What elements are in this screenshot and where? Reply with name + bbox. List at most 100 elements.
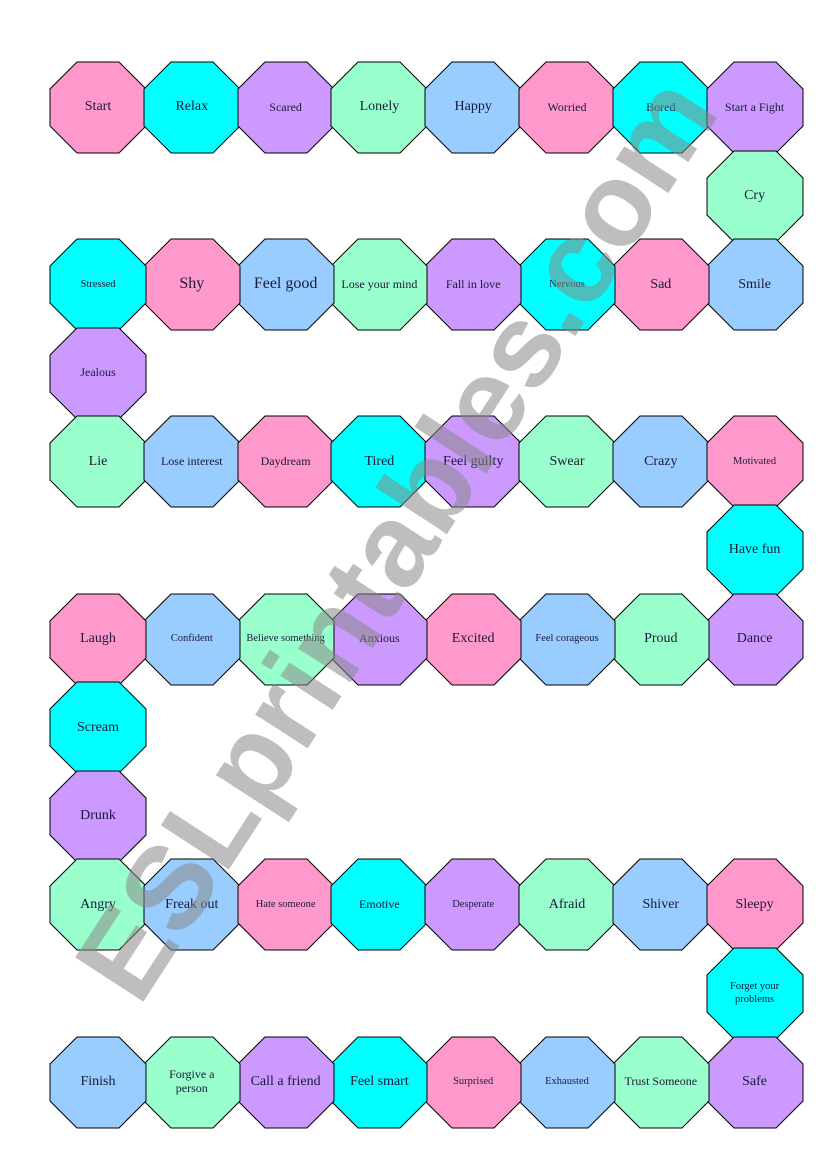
board-space-scream[interactable]: Scream <box>49 681 147 774</box>
space-label: Scared <box>269 99 302 114</box>
space-label: Relax <box>175 99 209 115</box>
board-space-confident[interactable]: Confident <box>143 593 241 686</box>
space-label: Swear <box>549 453 585 469</box>
board-space-feel-guilty[interactable]: Feel guilty <box>424 415 522 508</box>
space-label: Call a friend <box>250 1074 321 1090</box>
space-label: Dance <box>736 631 773 647</box>
space-label: Lie <box>88 453 108 469</box>
board-space-sleepy[interactable]: Sleepy <box>706 858 804 951</box>
space-label: Feel good <box>253 275 318 293</box>
space-label: Tired <box>364 453 395 469</box>
board-space-dance[interactable]: Dance <box>706 593 804 686</box>
space-label: Daydream <box>260 453 311 468</box>
space-label: Shiver <box>642 896 680 912</box>
space-label: Bored <box>646 99 676 114</box>
space-label: Anxious <box>359 631 400 646</box>
space-label: Stressed <box>80 278 116 290</box>
board-space-tired[interactable]: Tired <box>330 415 428 508</box>
board-space-afraid[interactable]: Afraid <box>518 858 616 951</box>
space-label: Lonely <box>359 99 400 115</box>
board-space-fall-in-love[interactable]: Fall in love <box>424 238 522 331</box>
board-space-anxious[interactable]: Anxious <box>330 593 428 686</box>
board-space-feel-smart[interactable]: Feel smart <box>330 1036 428 1129</box>
board-space-start[interactable]: Start <box>49 61 147 154</box>
board-space-motivated[interactable]: Motivated <box>706 415 804 508</box>
board-space-shiver[interactable]: Shiver <box>612 858 710 951</box>
board-space-angry[interactable]: Angry <box>49 858 147 951</box>
space-label: Nervous <box>549 278 585 290</box>
board-space-lie[interactable]: Lie <box>49 415 147 508</box>
space-label: Confident <box>170 633 213 645</box>
space-label: Drunk <box>80 808 116 824</box>
space-label: Feel corageous <box>535 633 599 645</box>
board-space-worried[interactable]: Worried <box>518 61 616 154</box>
board-space-laugh[interactable]: Laugh <box>49 593 147 686</box>
board-space-lonely[interactable]: Lonely <box>330 61 428 154</box>
board-space-call-a-friend[interactable]: Call a friend <box>237 1036 335 1129</box>
board-space-daydream[interactable]: Daydream <box>237 415 335 508</box>
board-space-excited[interactable]: Excited <box>424 593 522 686</box>
space-label: Desperate <box>452 898 495 910</box>
board-space-relax[interactable]: Relax <box>143 61 241 154</box>
space-label: Lose interest <box>160 453 223 468</box>
board-space-sad[interactable]: Sad <box>612 238 710 331</box>
board-space-forgive-a-person[interactable]: Forgive a person <box>143 1036 241 1129</box>
board-space-freak-out[interactable]: Freak out <box>143 858 241 951</box>
board-space-exhausted[interactable]: Exhausted <box>518 1036 616 1129</box>
space-label: Laugh <box>80 631 116 647</box>
board-space-swear[interactable]: Swear <box>518 415 616 508</box>
board-space-feel-corageous[interactable]: Feel corageous <box>518 593 616 686</box>
space-label: Excited <box>451 631 495 647</box>
space-label: Trust Someone <box>624 1074 698 1089</box>
space-label: Motivated <box>733 455 777 467</box>
space-label: Exhausted <box>545 1076 589 1088</box>
board-space-nervous[interactable]: Nervous <box>518 238 616 331</box>
space-label: Lose your mind <box>341 276 418 291</box>
space-label: Worried <box>547 99 587 114</box>
space-label: Scream <box>77 719 119 735</box>
space-label: Fall in love <box>445 276 501 291</box>
game-board: Start Relax Scared Lonely Happy Worried Bored S… <box>0 0 821 1169</box>
board-space-cry[interactable]: Cry <box>706 150 804 243</box>
space-label: Shy <box>179 275 205 293</box>
board-space-believe-something[interactable]: Believe something <box>237 593 335 686</box>
board-space-start-a-fight[interactable]: Start a Fight <box>706 61 804 154</box>
board-space-emotive[interactable]: Emotive <box>330 858 428 951</box>
space-label: Proud <box>644 631 678 647</box>
board-space-smile[interactable]: Smile <box>706 238 804 331</box>
board-space-lose-your-mind[interactable]: Lose your mind <box>330 238 428 331</box>
board-space-forget-your-problems[interactable]: Forget your problems <box>706 947 804 1040</box>
board-space-scared[interactable]: Scared <box>237 61 335 154</box>
space-label: Have fun <box>728 542 781 558</box>
board-space-feel-good[interactable]: Feel good <box>237 238 335 331</box>
board-space-bored[interactable]: Bored <box>612 61 710 154</box>
board-space-crazy[interactable]: Crazy <box>612 415 710 508</box>
board-space-desperate[interactable]: Desperate <box>424 858 522 951</box>
board-space-hate-someone[interactable]: Hate someone <box>237 858 335 951</box>
board-space-finish[interactable]: Finish <box>49 1036 147 1129</box>
space-label: Safe <box>742 1074 768 1090</box>
space-label: Forget your problems <box>730 981 780 1005</box>
board-space-drunk[interactable]: Drunk <box>49 770 147 863</box>
space-label: Emotive <box>359 896 400 911</box>
space-label: Sleepy <box>735 896 774 912</box>
space-label: Happy <box>454 99 492 115</box>
space-label: Freak out <box>165 896 219 912</box>
board-space-trust-someone[interactable]: Trust Someone <box>612 1036 710 1129</box>
space-label: Start a Fight <box>724 99 785 114</box>
space-label: Feel guilty <box>443 453 504 469</box>
board-space-proud[interactable]: Proud <box>612 593 710 686</box>
space-label: Forgive a person <box>169 1067 215 1096</box>
space-label: Afraid <box>548 896 586 912</box>
space-label: Feel smart <box>350 1074 409 1090</box>
board-space-jealous[interactable]: Jealous <box>49 327 147 420</box>
space-label: Finish <box>80 1074 116 1090</box>
board-space-surprised[interactable]: Surprised <box>424 1036 522 1129</box>
board-space-safe[interactable]: Safe <box>706 1036 804 1129</box>
space-label: Sad <box>650 276 672 292</box>
board-space-have-fun[interactable]: Have fun <box>706 504 804 597</box>
board-space-shy[interactable]: Shy <box>143 238 241 331</box>
board-space-happy[interactable]: Happy <box>424 61 522 154</box>
board-space-stressed[interactable]: Stressed <box>49 238 147 331</box>
board-space-lose-interest[interactable]: Lose interest <box>143 415 241 508</box>
